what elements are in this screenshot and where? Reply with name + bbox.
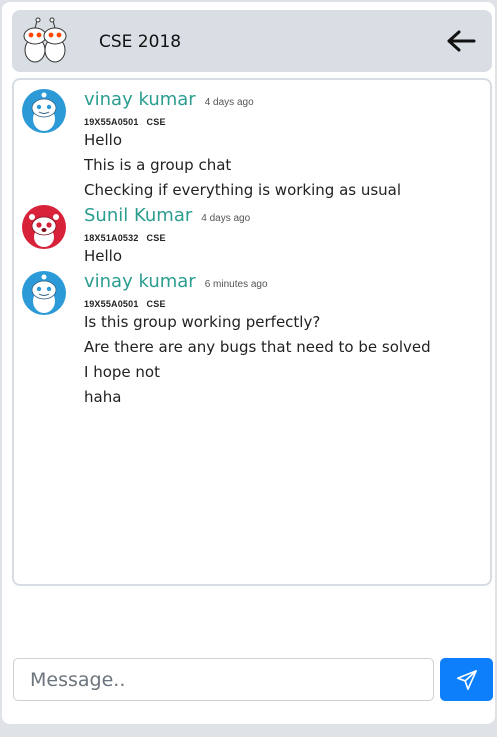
message-body: Sunil Kumar 4 days ago 18X51A0532 CSE Hel… <box>84 205 484 270</box>
user-roll: 18X51A0532 <box>84 233 139 243</box>
message-header: Sunil Kumar 4 days ago <box>84 205 484 231</box>
user-dept: CSE <box>146 117 166 127</box>
paper-plane-icon <box>456 669 477 690</box>
message-input[interactable] <box>13 658 434 701</box>
back-button[interactable] <box>444 27 478 55</box>
message-text: Are there are any bugs that need to be s… <box>84 338 431 356</box>
user-name[interactable]: vinay kumar <box>84 89 196 110</box>
user-avatar-icon <box>22 205 66 249</box>
user-meta: 19X55A0501 CSE <box>84 115 484 129</box>
send-button[interactable] <box>440 658 493 701</box>
message-body: vinay kumar 6 minutes ago 19X55A0501 CSE … <box>84 271 484 411</box>
message-text: This is a group chat <box>84 156 232 174</box>
user-meta: 18X51A0532 CSE <box>84 231 484 245</box>
user-avatar-icon <box>22 271 66 315</box>
group-snoo-avatar-icon <box>23 17 67 63</box>
message-text: Is this group working perfectly? <box>84 313 321 331</box>
message-text: I hope not <box>84 363 160 381</box>
message-text: Hello <box>84 247 123 265</box>
user-name[interactable]: Sunil Kumar <box>84 205 192 226</box>
user-avatar-icon <box>22 89 66 133</box>
user-dept: CSE <box>146 299 166 309</box>
chat-header: CSE 2018 <box>12 10 492 72</box>
group-title: CSE 2018 <box>99 32 182 52</box>
message-timestamp: 4 days ago <box>201 213 251 224</box>
message-timestamp: 6 minutes ago <box>204 279 268 290</box>
message-text: Hello <box>84 131 123 149</box>
user-roll: 19X55A0501 <box>84 299 139 309</box>
message-header: vinay kumar 6 minutes ago <box>84 271 484 297</box>
user-roll: 19X55A0501 <box>84 117 139 127</box>
message-list[interactable]: vinay kumar 4 days ago 19X55A0501 CSE Hel… <box>12 78 492 586</box>
user-name[interactable]: vinay kumar <box>84 271 196 292</box>
message-body: vinay kumar 4 days ago 19X55A0501 CSE Hel… <box>84 89 484 204</box>
message-timestamp: 4 days ago <box>204 97 254 108</box>
message-text: Checking if everything is working as usu… <box>84 181 402 199</box>
user-meta: 19X55A0501 CSE <box>84 297 484 311</box>
chat-card: CSE 2018 vinay kumar 4 days ago 19X55A05… <box>2 2 495 724</box>
user-dept: CSE <box>146 233 166 243</box>
message-text: haha <box>84 388 122 406</box>
arrow-left-icon <box>447 30 476 52</box>
message-header: vinay kumar 4 days ago <box>84 89 484 115</box>
